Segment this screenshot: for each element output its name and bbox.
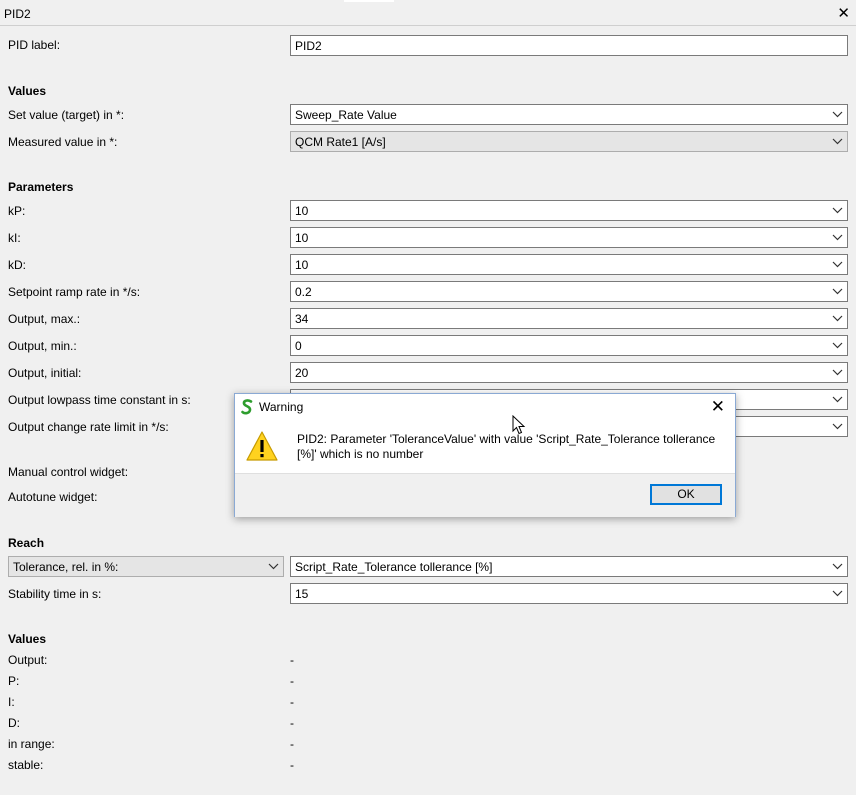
d-readout-label: D:: [8, 716, 20, 730]
ki-value: 10: [295, 231, 309, 245]
chevron-down-icon: [832, 261, 843, 268]
live-values-header: Values: [8, 632, 47, 646]
output-max-select[interactable]: 34: [290, 308, 848, 329]
output-readout-value: -: [290, 653, 294, 667]
output-initial-value: 20: [295, 366, 309, 380]
kp-label: kP:: [8, 204, 26, 218]
parameters-header: Parameters: [8, 180, 74, 194]
chevron-down-icon: [832, 590, 843, 597]
close-icon[interactable]: ✕: [837, 4, 850, 22]
values-header: Values: [8, 84, 47, 98]
stability-time-value: 15: [295, 587, 309, 601]
dialog-footer: OK: [235, 473, 735, 517]
kd-select[interactable]: 10: [290, 254, 848, 275]
setpoint-ramp-select[interactable]: 0.2: [290, 281, 848, 302]
in-range-readout-value: -: [290, 737, 294, 751]
chevron-down-icon: [832, 288, 843, 295]
ki-label: kI:: [8, 231, 21, 245]
set-value-select[interactable]: Sweep_Rate Value: [290, 104, 848, 125]
warning-dialog: Warning ✕ PID2: Parameter 'ToleranceValu…: [234, 393, 736, 517]
d-readout-value: -: [290, 716, 294, 730]
chevron-down-icon: [832, 423, 843, 430]
p-readout-value: -: [290, 674, 294, 688]
reach-mode-text: Tolerance, rel. in %:: [13, 560, 119, 574]
pid-label-label: PID label:: [8, 38, 61, 52]
stability-time-label: Stability time in s:: [8, 587, 102, 601]
dialog-message: PID2: Parameter 'ToleranceValue' with va…: [297, 432, 716, 461]
window-titlebar: PID2 ✕: [0, 0, 856, 26]
chevron-down-icon: [832, 396, 843, 403]
chevron-down-icon: [832, 369, 843, 376]
stability-time-select[interactable]: 15: [290, 583, 848, 604]
output-max-label: Output, max.:: [8, 312, 81, 326]
chevron-down-icon: [832, 342, 843, 349]
chevron-down-icon: [268, 563, 279, 570]
stable-readout-label: stable:: [8, 758, 44, 772]
output-initial-select[interactable]: 20: [290, 362, 848, 383]
chevron-down-icon: [832, 207, 843, 214]
chevron-down-icon: [832, 234, 843, 241]
output-min-value: 0: [295, 339, 302, 353]
mouse-cursor-icon: [512, 415, 526, 435]
output-min-select[interactable]: 0: [290, 335, 848, 356]
i-readout-value: -: [290, 695, 294, 709]
output-min-label: Output, min.:: [8, 339, 77, 353]
autotune-widget-label: Autotune widget:: [8, 490, 98, 504]
tab-indicator: [344, 0, 394, 2]
kd-label: kD:: [8, 258, 26, 272]
ki-select[interactable]: 10: [290, 227, 848, 248]
chevron-down-icon: [832, 315, 843, 322]
chevron-down-icon: [832, 563, 843, 570]
pid-label-input[interactable]: PID2: [290, 35, 848, 56]
measured-value-label: Measured value in *:: [8, 135, 118, 149]
output-lowpass-label: Output lowpass time constant in s:: [8, 393, 191, 407]
warning-icon: [246, 431, 278, 461]
setpoint-ramp-label: Setpoint ramp rate in */s:: [8, 285, 141, 299]
i-readout-label: I:: [8, 695, 15, 709]
output-initial-label: Output, initial:: [8, 366, 82, 380]
setpoint-ramp-value: 0.2: [295, 285, 312, 299]
app-logo-icon: [241, 399, 253, 415]
set-value-label: Set value (target) in *:: [8, 108, 125, 122]
tolerance-value-select[interactable]: Script_Rate_Tolerance tollerance [%]: [290, 556, 848, 577]
kp-select[interactable]: 10: [290, 200, 848, 221]
tolerance-value-text: Script_Rate_Tolerance tollerance [%]: [295, 560, 493, 574]
ok-button[interactable]: OK: [650, 484, 722, 505]
measured-value-select[interactable]: QCM Rate1 [A/s]: [290, 131, 848, 152]
output-change-rate-label: Output change rate limit in */s:: [8, 420, 169, 434]
kd-value: 10: [295, 258, 309, 272]
output-readout-label: Output:: [8, 653, 48, 667]
reach-mode-select[interactable]: Tolerance, rel. in %:: [8, 556, 284, 577]
p-readout-label: P:: [8, 674, 20, 688]
manual-control-widget-label: Manual control widget:: [8, 465, 129, 479]
in-range-readout-label: in range:: [8, 737, 55, 751]
kp-value: 10: [295, 204, 309, 218]
chevron-down-icon: [832, 111, 843, 118]
dialog-close-icon[interactable]: ✕: [711, 397, 725, 417]
stable-readout-value: -: [290, 758, 294, 772]
window-title: PID2: [4, 7, 31, 21]
chevron-down-icon: [832, 138, 843, 145]
set-value-text: Sweep_Rate Value: [295, 108, 397, 122]
reach-header: Reach: [8, 536, 45, 550]
output-max-value: 34: [295, 312, 309, 326]
dialog-title: Warning: [259, 400, 304, 414]
measured-value-text: QCM Rate1 [A/s]: [295, 135, 386, 149]
